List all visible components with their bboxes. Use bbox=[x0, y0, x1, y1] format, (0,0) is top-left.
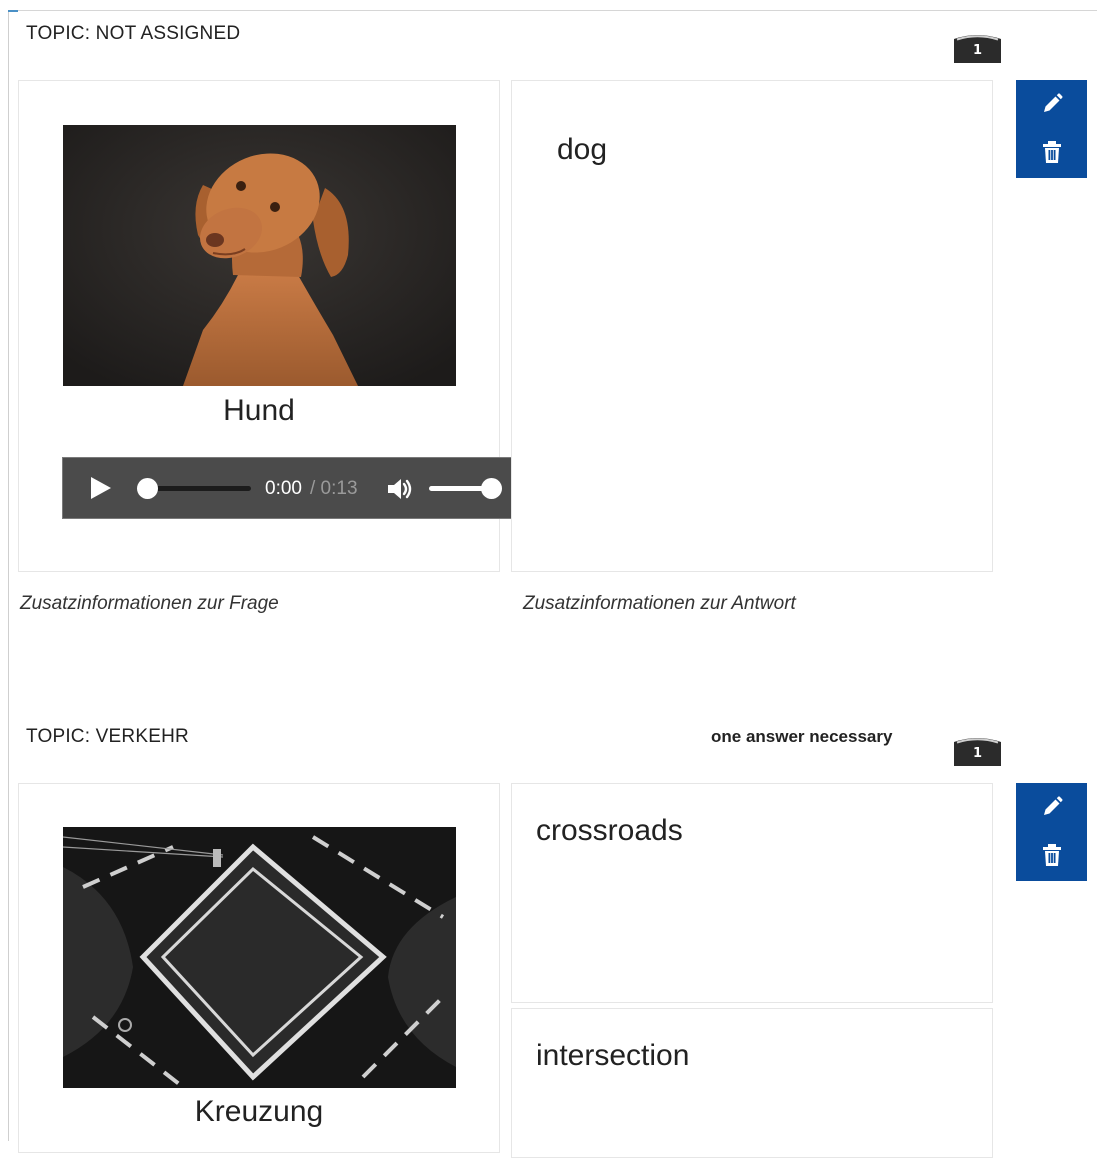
question-image bbox=[63, 125, 456, 386]
answer-text: dog bbox=[557, 133, 608, 166]
question-card: Kreuzung bbox=[18, 783, 500, 1153]
answer-text: crossroads bbox=[536, 814, 683, 847]
card-actions bbox=[1016, 80, 1087, 178]
topic-label: TOPIC: VERKEHR bbox=[26, 726, 189, 747]
delete-button[interactable] bbox=[1016, 833, 1087, 877]
card-count: 1 bbox=[972, 43, 983, 58]
container-top-border bbox=[8, 10, 1097, 11]
corner-accent bbox=[8, 10, 18, 12]
edit-button[interactable] bbox=[1016, 785, 1087, 829]
answer-card: intersection bbox=[511, 1008, 993, 1158]
topic-label: TOPIC: NOT ASSIGNED bbox=[26, 23, 241, 44]
answer-text: intersection bbox=[536, 1039, 690, 1072]
answer-extra-info: Zusatzinformationen zur Antwort bbox=[523, 593, 796, 614]
pencil-icon bbox=[1043, 796, 1063, 815]
volume-icon[interactable] bbox=[385, 475, 413, 503]
container-left-border bbox=[8, 10, 9, 1141]
volume-handle[interactable] bbox=[481, 478, 502, 499]
trash-icon bbox=[1042, 844, 1061, 866]
question-caption: Kreuzung bbox=[194, 1095, 324, 1128]
card-actions bbox=[1016, 783, 1087, 881]
answer-hint: one answer necessary bbox=[711, 727, 893, 746]
question-extra-info: Zusatzinformationen zur Frage bbox=[20, 593, 279, 614]
current-time: 0:00 bbox=[265, 478, 302, 499]
delete-button[interactable] bbox=[1016, 130, 1087, 174]
progress-handle[interactable] bbox=[137, 478, 158, 499]
trash-icon bbox=[1042, 141, 1061, 163]
edit-button[interactable] bbox=[1016, 82, 1087, 126]
duration: / 0:13 bbox=[310, 478, 358, 499]
dog-photo bbox=[63, 125, 456, 386]
crossroads-photo bbox=[63, 827, 456, 1088]
answer-card: dog bbox=[511, 80, 993, 572]
card-count-badge: 1 bbox=[954, 736, 1001, 766]
card-count-badge: 1 bbox=[954, 33, 1001, 63]
question-caption: Hund bbox=[223, 394, 295, 427]
question-image bbox=[63, 827, 456, 1088]
pencil-icon bbox=[1043, 93, 1063, 112]
answer-card: crossroads bbox=[511, 783, 993, 1003]
play-icon[interactable] bbox=[91, 477, 111, 499]
card-count: 1 bbox=[972, 746, 983, 761]
audio-player: 0:00 / 0:13 bbox=[62, 457, 524, 519]
